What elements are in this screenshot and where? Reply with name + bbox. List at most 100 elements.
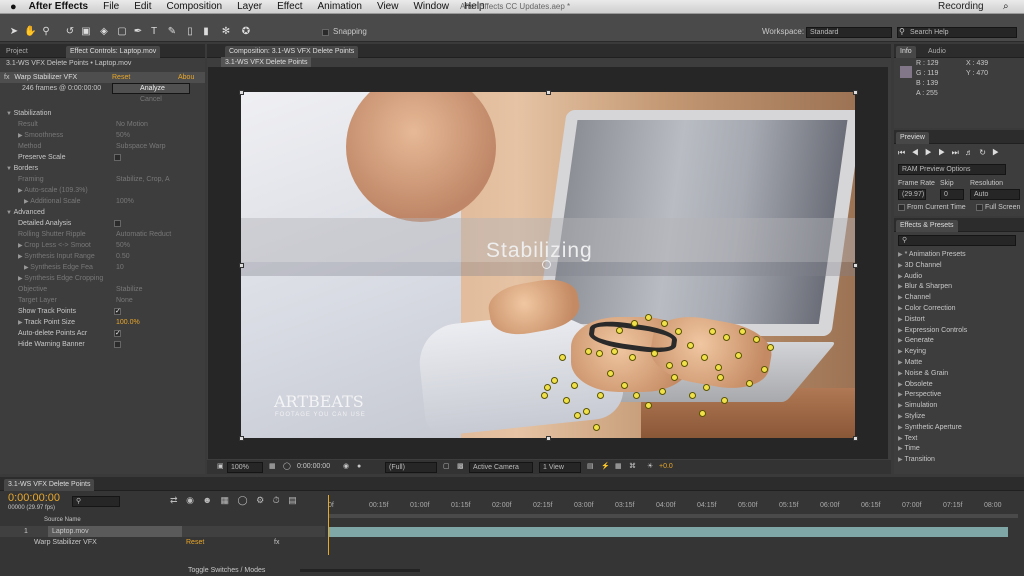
- shy-icon[interactable]: ☻: [202, 495, 211, 505]
- property-row[interactable]: Preserve Scale: [18, 152, 65, 163]
- twirl-icon[interactable]: ▶: [898, 436, 903, 442]
- mask-icon[interactable]: ◯: [283, 460, 291, 474]
- layer-handle-mr[interactable]: [853, 263, 858, 268]
- property-row[interactable]: Hide Warning Banner: [18, 339, 85, 350]
- property-row[interactable]: ▶ Additional Scale: [24, 196, 80, 207]
- track-point[interactable]: [739, 328, 746, 335]
- property-value[interactable]: 50%: [116, 130, 130, 141]
- twirl-icon[interactable]: ▶: [898, 392, 903, 398]
- property-row[interactable]: Objective: [18, 284, 47, 295]
- anchor-point-icon[interactable]: [542, 260, 551, 269]
- effects-category[interactable]: ▶ Simulation: [898, 400, 937, 411]
- property-value[interactable]: 10: [116, 262, 124, 273]
- first-frame-icon[interactable]: ⏮: [898, 148, 905, 157]
- property-row[interactable]: ▼ Borders: [6, 163, 38, 174]
- twirl-icon[interactable]: ▼: [6, 166, 14, 172]
- next-frame-icon[interactable]: ▶: [938, 148, 945, 157]
- property-checkbox[interactable]: [114, 339, 121, 350]
- fast-preview-icon[interactable]: ⚡: [601, 460, 610, 474]
- brainstorm-icon[interactable]: ⚙: [256, 495, 264, 505]
- play-icon[interactable]: ▶: [925, 148, 932, 157]
- effects-category[interactable]: ▶ Channel: [898, 292, 931, 303]
- layer-handle-br[interactable]: [853, 436, 858, 441]
- property-row[interactable]: Rolling Shutter Ripple: [18, 229, 86, 240]
- resolution-select-preview[interactable]: Auto: [970, 189, 1020, 200]
- menu-window[interactable]: Window: [413, 1, 449, 12]
- property-row[interactable]: ▶ Auto-scale (109.3%): [18, 185, 88, 196]
- track-point[interactable]: [574, 412, 581, 419]
- property-value[interactable]: 0.50: [116, 251, 130, 262]
- layer-handle-tc[interactable]: [546, 90, 551, 95]
- menu-view[interactable]: View: [377, 1, 399, 12]
- track-point[interactable]: [541, 392, 548, 399]
- graph-editor-icon[interactable]: ▤: [288, 495, 297, 505]
- current-time-indicator[interactable]: [328, 495, 329, 555]
- effects-category[interactable]: ▶ * Animation Presets: [898, 249, 966, 260]
- track-point[interactable]: [597, 392, 604, 399]
- twirl-icon[interactable]: ▶: [898, 457, 903, 463]
- property-value[interactable]: 100%: [116, 196, 134, 207]
- tab-project[interactable]: Project: [2, 46, 32, 58]
- property-value[interactable]: Stabilize: [116, 284, 142, 295]
- effects-category[interactable]: ▶ 3D Channel: [898, 260, 942, 271]
- track-point[interactable]: [596, 350, 603, 357]
- property-row[interactable]: Result: [18, 119, 38, 130]
- zoom-tool-icon[interactable]: ⚲: [40, 26, 52, 38]
- comp-mini-flowchart-icon[interactable]: ⇄: [170, 495, 178, 505]
- track-point[interactable]: [645, 402, 652, 409]
- track-point[interactable]: [681, 360, 688, 367]
- property-row[interactable]: Target Layer: [18, 295, 57, 306]
- track-point[interactable]: [687, 342, 694, 349]
- cancel-button[interactable]: Cancel: [140, 94, 162, 105]
- effects-category[interactable]: ▶ Noise & Grain: [898, 368, 948, 379]
- property-value[interactable]: No Motion: [116, 119, 148, 130]
- property-checkbox[interactable]: ✓: [114, 306, 121, 317]
- workspace-select[interactable]: Standard: [806, 27, 892, 38]
- track-point[interactable]: [715, 364, 722, 371]
- eraser-tool-icon[interactable]: ▮: [200, 26, 212, 38]
- zoom-slider[interactable]: [300, 569, 420, 572]
- track-point[interactable]: [621, 382, 628, 389]
- twirl-icon[interactable]: ▶: [898, 338, 903, 344]
- roi-icon[interactable]: ▢: [443, 460, 450, 474]
- track-point[interactable]: [611, 348, 618, 355]
- apple-icon[interactable]: ●: [10, 1, 17, 13]
- twirl-icon[interactable]: ▶: [898, 317, 903, 323]
- tab-effects-presets[interactable]: Effects & Presets: [896, 220, 958, 232]
- pan-behind-tool-icon[interactable]: ◈: [98, 26, 110, 38]
- camera-select[interactable]: Active Camera: [469, 462, 533, 473]
- twirl-icon[interactable]: ▶: [898, 425, 903, 431]
- property-value[interactable]: None: [116, 295, 133, 306]
- effects-category[interactable]: ▶ Color Correction: [898, 303, 956, 314]
- timeline-search-input[interactable]: ⚲: [72, 496, 120, 507]
- track-point[interactable]: [703, 384, 710, 391]
- track-point[interactable]: [645, 314, 652, 321]
- track-point[interactable]: [689, 392, 696, 399]
- timeline-reset-link[interactable]: Reset: [186, 537, 204, 548]
- track-point[interactable]: [585, 348, 592, 355]
- track-point[interactable]: [551, 377, 558, 384]
- track-point[interactable]: [675, 328, 682, 335]
- twirl-icon[interactable]: ▶: [898, 328, 903, 334]
- effects-category[interactable]: ▶ Time: [898, 443, 920, 454]
- property-row[interactable]: ▶ Synthesis Input Range: [18, 251, 95, 262]
- time-ruler[interactable]: 0f 00:15f 01:00f 01:15f 02:00f 02:15f 03:00f 03…: [328, 502, 1018, 514]
- view-layout-select[interactable]: 1 View: [539, 462, 581, 473]
- twirl-icon[interactable]: ▶: [898, 446, 903, 452]
- draft-3d-icon[interactable]: ◉: [186, 495, 194, 505]
- exposure-icon[interactable]: ☀: [647, 460, 653, 474]
- analyze-button[interactable]: Analyze: [112, 83, 190, 94]
- twirl-icon[interactable]: ▶: [898, 295, 903, 301]
- twirl-icon[interactable]: ▶: [898, 274, 903, 280]
- effects-category[interactable]: ▶ Obsolete: [898, 379, 933, 390]
- effects-category[interactable]: ▶ Text: [898, 433, 917, 444]
- audio-icon[interactable]: ♬: [965, 148, 973, 157]
- track-point[interactable]: [559, 354, 566, 361]
- layer-handle-tl[interactable]: [239, 90, 244, 95]
- twirl-icon[interactable]: ▶: [898, 371, 903, 377]
- track-point[interactable]: [571, 382, 578, 389]
- track-point[interactable]: [651, 350, 658, 357]
- brush-tool-icon[interactable]: ✎: [166, 26, 178, 38]
- effect-row-timeline[interactable]: Warp Stabilizer VFX Reset fx: [0, 537, 325, 548]
- property-row[interactable]: Detailed Analysis: [18, 218, 71, 229]
